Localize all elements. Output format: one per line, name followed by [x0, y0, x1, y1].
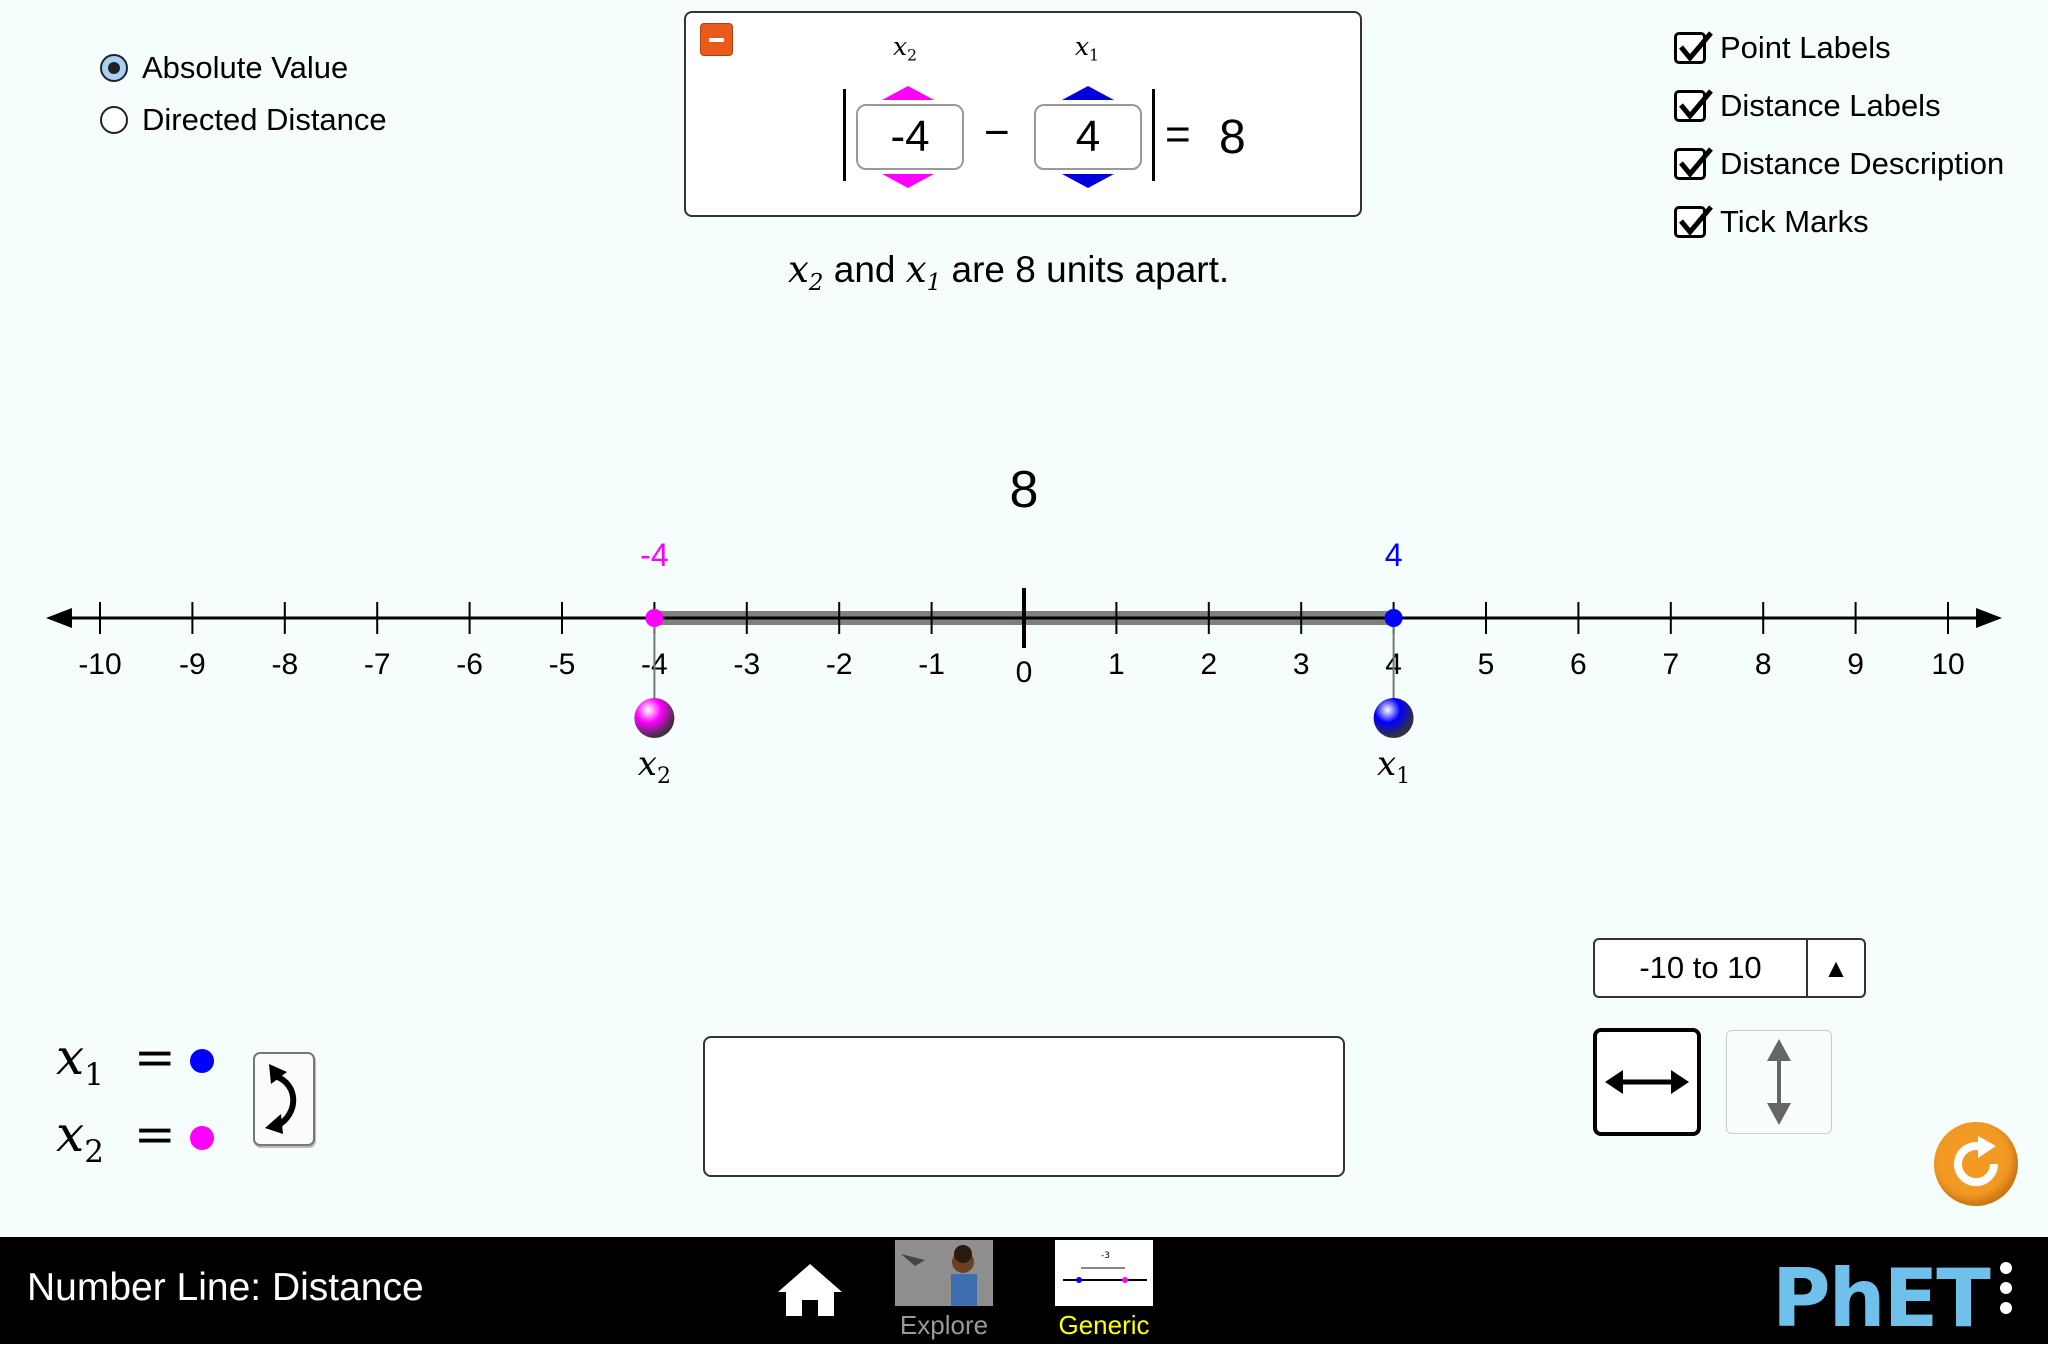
checkmark-icon[interactable] [1674, 31, 1713, 64]
vertical-arrows-icon [1767, 1039, 1791, 1125]
distance-label: 8 [1010, 461, 1039, 519]
home-icon [778, 1264, 842, 1316]
checkbox-label: Tick Marks [1720, 204, 1869, 239]
tick-label: -1 [918, 648, 945, 681]
range-value: -10 to 10 [1595, 940, 1808, 996]
radio-button[interactable] [100, 106, 128, 134]
radio-label-absolute: Absolute Value [142, 50, 349, 85]
point-handle[interactable] [634, 698, 675, 738]
range-dropdown-arrow-icon[interactable]: ▲ [1808, 940, 1864, 996]
x2-decrement-arrow[interactable] [882, 174, 934, 188]
distance-equation-panel [684, 11, 1362, 217]
x2-color-dot [190, 1126, 214, 1150]
checkbox-tick-marks[interactable]: Tick Marks [1674, 204, 1869, 240]
point-value-label: 4 [1385, 537, 1403, 573]
vertical-orientation-button[interactable] [1726, 1030, 1832, 1134]
x1-color-dot [190, 1049, 214, 1073]
radio-absolute-value[interactable]: Absolute Value [100, 50, 348, 86]
generic-screen-label[interactable]: Generic [1055, 1310, 1153, 1341]
point-value-label: -4 [640, 537, 668, 573]
tick-label: -6 [456, 648, 483, 681]
swap-button[interactable] [253, 1052, 315, 1146]
x2-increment-arrow[interactable] [882, 86, 934, 100]
swap-arrow-icon [265, 1064, 297, 1134]
kebab-menu-icon[interactable] [2000, 1262, 2012, 1314]
tick-label: -9 [179, 648, 206, 681]
generic-screen-thumbnail[interactable]: -3 [1055, 1240, 1153, 1306]
tick-label: 5 [1478, 648, 1495, 681]
x1-value-box: 4 [1034, 104, 1142, 170]
reset-icon [1954, 1136, 1999, 1187]
scene-panel [703, 1036, 1345, 1177]
checkmark-icon[interactable] [1674, 205, 1713, 238]
collapse-button[interactable] [700, 23, 733, 56]
equals-sign: = [1165, 110, 1191, 159]
radio-label-directed: Directed Distance [142, 102, 387, 137]
tick-label: 8 [1755, 648, 1772, 681]
tick-label: -7 [364, 648, 391, 681]
explore-screen-thumbnail[interactable] [895, 1240, 993, 1306]
radio-button-selected[interactable] [100, 54, 128, 82]
point-dot [645, 609, 664, 627]
equation-result: 8 [1219, 111, 1246, 164]
minus-sign: − [984, 108, 1010, 157]
point-dot [1384, 609, 1403, 627]
tick-label: 10 [1931, 648, 1964, 681]
tick-label: 3 [1293, 648, 1310, 681]
explore-screen-label[interactable]: Explore [895, 1310, 993, 1341]
x2-value-box: -4 [856, 104, 964, 170]
sim-title: Number Line: Distance [27, 1266, 424, 1309]
x1-decrement-arrow[interactable] [1062, 174, 1114, 188]
checkbox-label: Point Labels [1720, 30, 1891, 65]
tick-label: 2 [1200, 648, 1217, 681]
tick-label: -10 [78, 648, 121, 681]
tick-label: 7 [1662, 648, 1679, 681]
abs-bar-right [1152, 89, 1155, 181]
legend-x2: x2 = [56, 1105, 176, 1170]
checkbox-label: Distance Labels [1720, 88, 1941, 123]
point-name-label: x1 [1377, 744, 1410, 789]
eq-x2-header: x2 [893, 32, 917, 65]
generic-thumbnail-icon: -3 [1063, 1251, 1147, 1283]
checkbox-label: Distance Description [1720, 146, 2005, 181]
phet-logo[interactable]: PhET [1772, 1252, 1991, 1345]
axis-left-arrow [46, 608, 72, 628]
home-button[interactable] [774, 1260, 846, 1325]
explore-thumbnail-icon [895, 1240, 993, 1306]
point-handle[interactable] [1373, 698, 1414, 738]
number-line: -10 -9 -8 -7 -6 -5 -4 -3 -2 -1 0 1 2 3 4 5 6 7 8 9 108-4x24x… [46, 461, 2002, 789]
horizontal-orientation-button[interactable] [1593, 1028, 1701, 1136]
tick-label: 1 [1108, 648, 1125, 681]
range-selector[interactable]: -10 to 10 ▲ [1593, 938, 1866, 998]
checkmark-icon[interactable] [1674, 147, 1713, 180]
point-name-label: x2 [638, 744, 671, 789]
tick-label: -5 [549, 648, 576, 681]
distance-description: x2 and x1 are 8 units apart. [788, 248, 1230, 297]
tick-label: -3 [733, 648, 760, 681]
legend-x1: x1 = [56, 1028, 176, 1093]
reset-button[interactable] [1934, 1122, 2018, 1206]
horizontal-arrows-icon [1605, 1070, 1689, 1094]
x1-increment-arrow[interactable] [1062, 86, 1114, 100]
thumbnail-label: -3 [1101, 1251, 1110, 1261]
checkmark-icon[interactable] [1674, 89, 1713, 122]
tick-label: -2 [826, 648, 853, 681]
abs-bar-left [843, 89, 846, 181]
axis-right-arrow [1976, 608, 2002, 628]
tick-label: 9 [1847, 648, 1864, 681]
checkbox-distance-description[interactable]: Distance Description [1674, 146, 2004, 182]
checkbox-point-labels[interactable]: Point Labels [1674, 30, 1891, 66]
tick-label: -8 [271, 648, 298, 681]
radio-directed-distance[interactable]: Directed Distance [100, 102, 387, 138]
eq-x1-header: x1 [1075, 32, 1099, 65]
checkbox-distance-labels[interactable]: Distance Labels [1674, 88, 1941, 124]
tick-label: 0 [1016, 656, 1033, 689]
tick-label: 6 [1570, 648, 1587, 681]
